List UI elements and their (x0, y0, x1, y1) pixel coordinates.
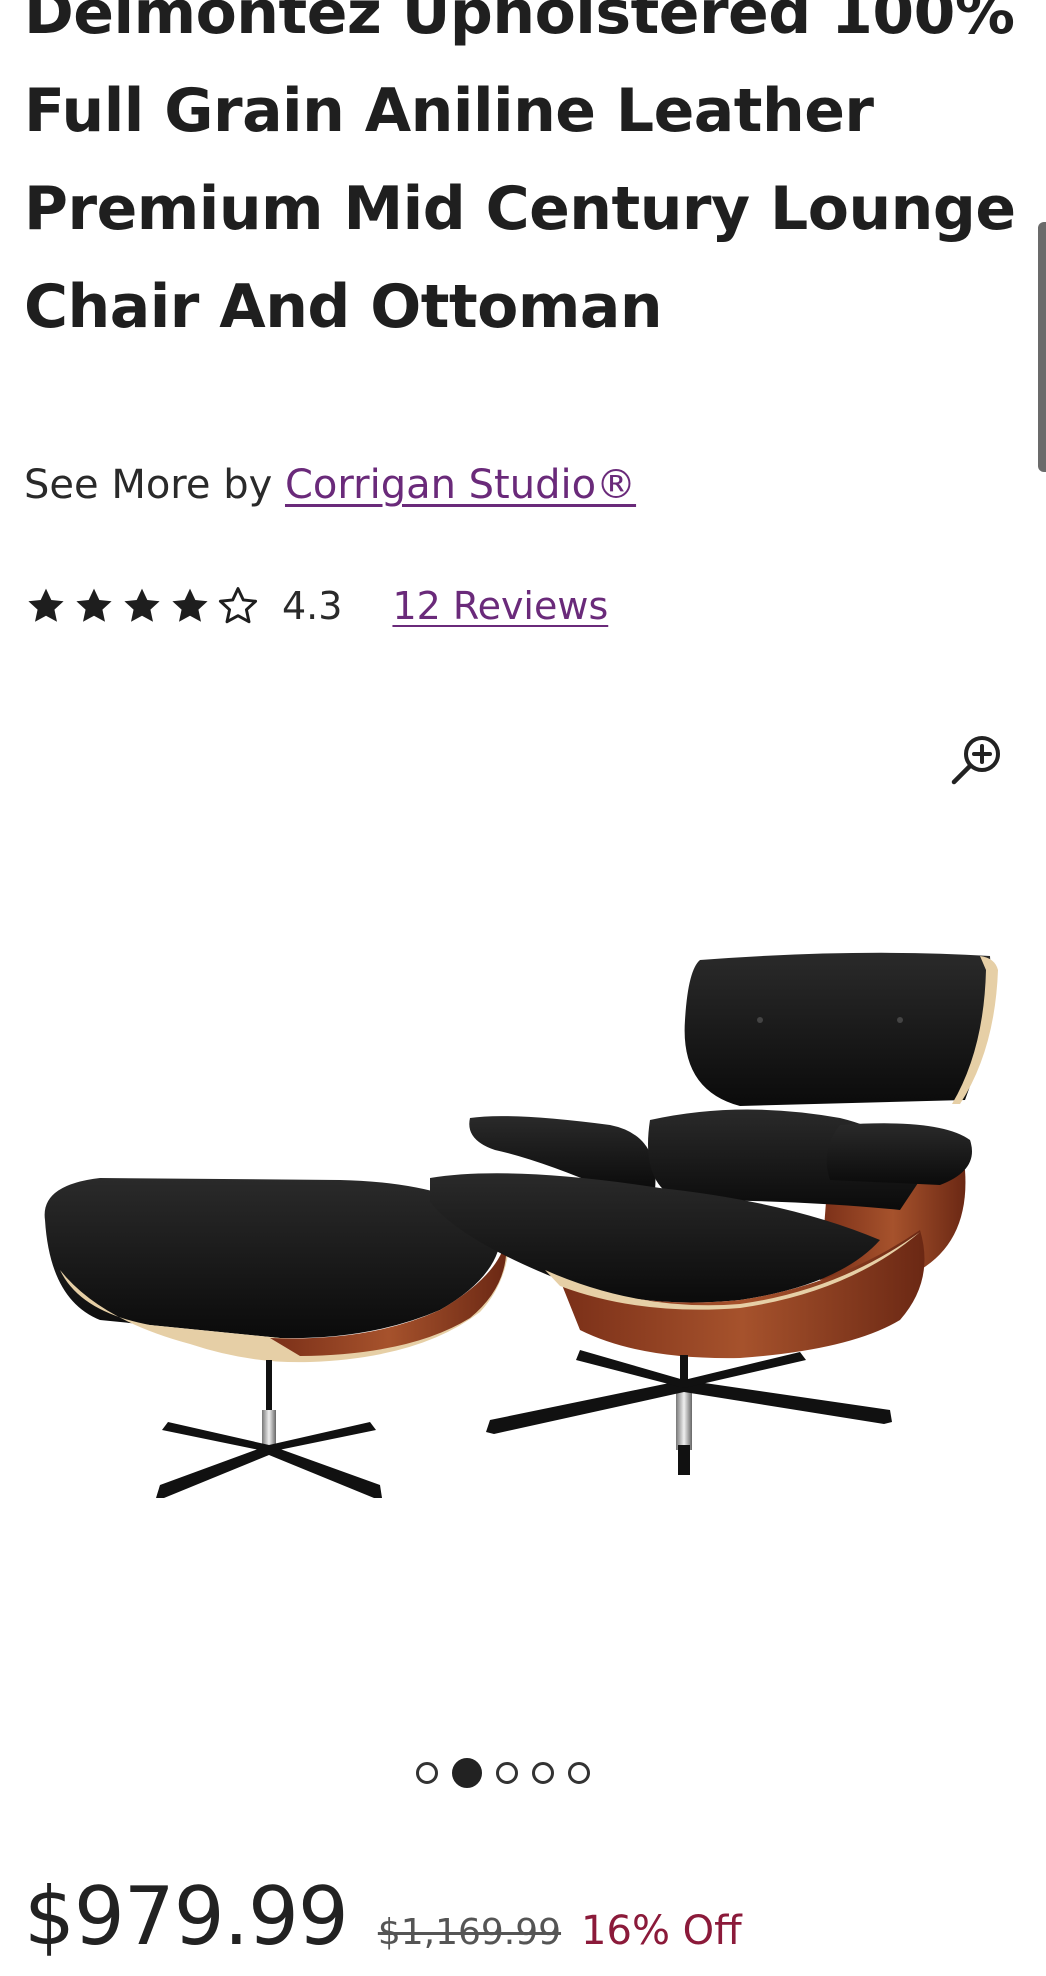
brand-link[interactable]: Corrigan Studio® (285, 462, 636, 508)
brand-byline: See More by Corrigan Studio® (24, 462, 636, 508)
carousel-pagination (416, 1758, 590, 1788)
lounge-chair (430, 952, 998, 1475)
product-page: Delmontez Upholstered 100% Full Grain An… (0, 0, 1046, 1976)
reviews-link[interactable]: 12 Reviews (392, 584, 608, 628)
star-filled-icon (76, 588, 112, 622)
ottoman (44, 1178, 510, 1498)
byline-prefix: See More by (24, 462, 285, 508)
rating-value: 4.3 (282, 584, 343, 628)
price-row: $979.99 $1,169.99 16% Off (24, 1870, 742, 1963)
star-filled-icon (28, 588, 64, 622)
carousel-dot-2-active[interactable] (452, 1758, 482, 1788)
star-filled-icon (124, 588, 160, 622)
carousel-dot-5[interactable] (568, 1762, 590, 1784)
star-rating (24, 584, 260, 628)
carousel-dot-1[interactable] (416, 1762, 438, 1784)
zoom-in-icon[interactable] (944, 728, 1008, 792)
discount-badge: 16% Off (581, 1908, 742, 1954)
carousel-dot-4[interactable] (532, 1762, 554, 1784)
original-price: $1,169.99 (377, 1912, 562, 1953)
star-filled-icon (172, 588, 208, 622)
scroll-handle[interactable] (1038, 222, 1046, 472)
current-price: $979.99 (24, 1870, 349, 1963)
product-image[interactable] (40, 940, 1000, 1520)
rating-row: 4.3 12 Reviews (24, 576, 608, 636)
product-title: Delmontez Upholstered 100% Full Grain An… (24, 0, 1016, 342)
carousel-dot-3[interactable] (496, 1762, 518, 1784)
star-empty-icon (218, 587, 258, 624)
